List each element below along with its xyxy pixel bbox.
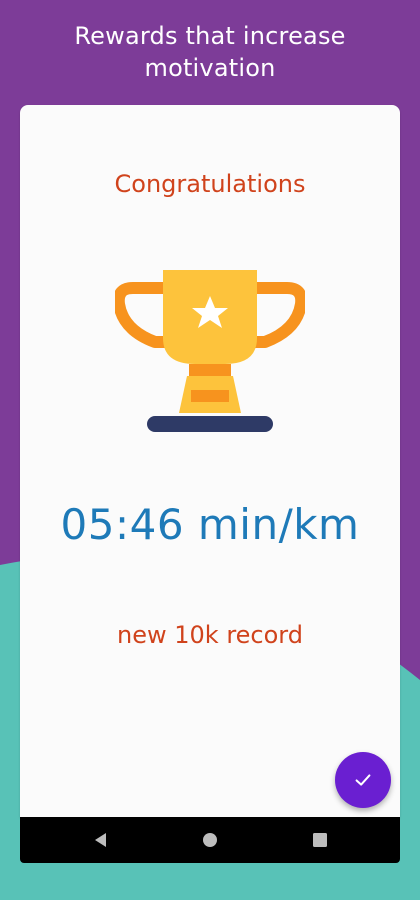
back-icon: [95, 833, 106, 847]
trophy-icon: [115, 270, 305, 432]
reward-card: Congratulations 05:46 min/km new 10k rec…: [20, 105, 400, 817]
confirm-fab-button[interactable]: [335, 752, 391, 808]
headline-line-2: motivation: [144, 54, 276, 82]
recents-button[interactable]: [308, 828, 332, 852]
back-button[interactable]: [88, 828, 112, 852]
home-icon: [203, 833, 217, 847]
navigation-bar: [20, 817, 400, 863]
home-button[interactable]: [198, 828, 222, 852]
checkmark-icon: [355, 774, 371, 786]
headline-line-1: Rewards that increase: [74, 22, 346, 50]
congratulations-text: Congratulations: [114, 170, 306, 198]
pace-value: 05:46 min/km: [60, 500, 360, 549]
record-text: new 10k record: [117, 621, 303, 649]
promo-headline: Rewards that increase motivation: [0, 20, 420, 84]
recents-icon: [313, 833, 327, 847]
